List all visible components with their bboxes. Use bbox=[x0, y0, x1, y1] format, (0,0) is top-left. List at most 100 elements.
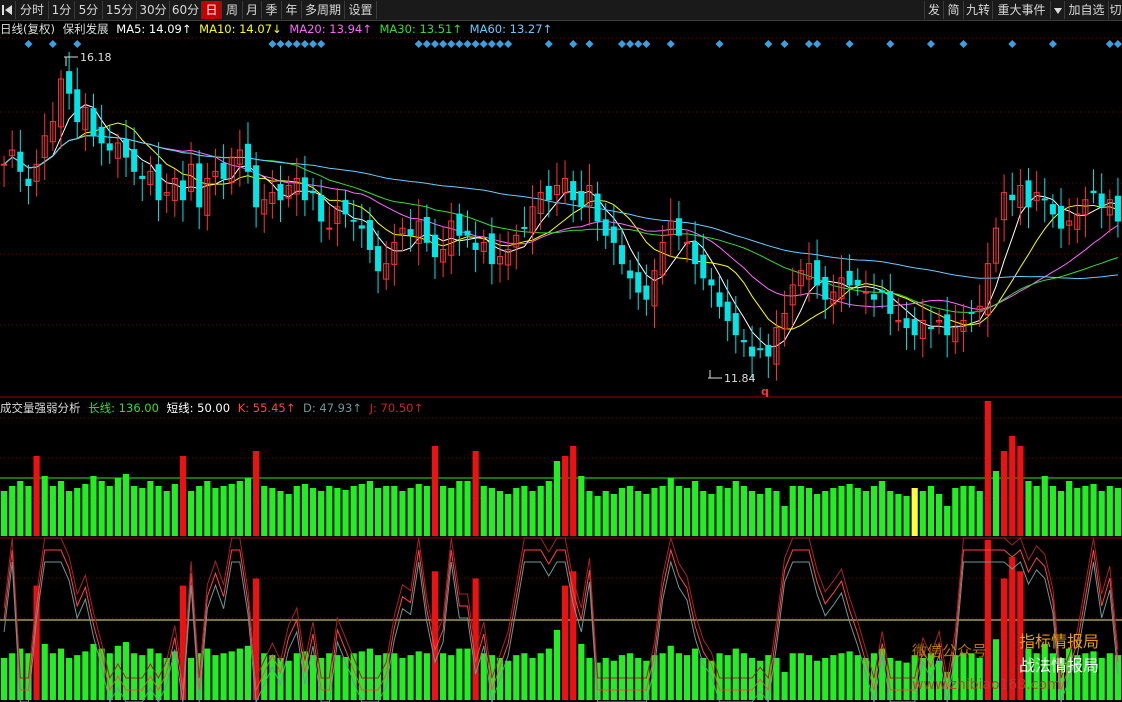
volume-strength-bar bbox=[131, 486, 138, 536]
candle-body bbox=[879, 290, 886, 293]
high-price-label: 16.18 bbox=[80, 51, 112, 64]
switch-button[interactable]: 切 bbox=[1109, 1, 1122, 19]
lower-strength-bar bbox=[464, 648, 471, 700]
lower-strength-bar bbox=[407, 655, 414, 700]
candle-body bbox=[74, 89, 81, 123]
volume-strength-bar bbox=[805, 488, 813, 536]
volume-strength-bar bbox=[423, 486, 430, 536]
volume-strength-bar bbox=[732, 481, 739, 536]
volume-strength-bar bbox=[561, 456, 569, 536]
candle-body bbox=[139, 175, 146, 179]
major-events-button[interactable]: 重大事件 bbox=[993, 1, 1051, 19]
signal-diamond bbox=[642, 40, 651, 48]
signal-diamond bbox=[300, 40, 309, 48]
tab-period-60min[interactable]: 60分 bbox=[170, 1, 202, 19]
volume-strength-bar bbox=[952, 488, 959, 536]
volume-strength-bar bbox=[529, 491, 536, 536]
jian-button[interactable]: 简 bbox=[944, 1, 964, 19]
lower-strength-bar bbox=[708, 660, 715, 700]
volume-strength-bar bbox=[212, 488, 219, 536]
lower-strength-bar bbox=[635, 657, 642, 700]
candlesticks bbox=[1, 51, 1121, 381]
volume-strength-bar bbox=[277, 491, 284, 536]
tab-period-season[interactable]: 季 bbox=[262, 1, 282, 19]
volume-strength-bar bbox=[82, 484, 89, 536]
tab-period-1min[interactable]: 1分 bbox=[49, 1, 75, 19]
lower-strength-bar bbox=[423, 653, 430, 700]
volume-strength-bar bbox=[1106, 486, 1113, 536]
lower-strength-bar bbox=[57, 648, 65, 700]
signal-diamond bbox=[455, 40, 464, 48]
back-button[interactable] bbox=[0, 1, 16, 19]
volume-strength-bar bbox=[415, 484, 422, 536]
chart-canvas[interactable]: 16.18 11.84 q bbox=[0, 20, 1122, 702]
candle-body bbox=[488, 233, 495, 265]
volume-strength-bar bbox=[830, 488, 837, 536]
watermark-url: www.zhibiao168.com bbox=[912, 677, 1061, 693]
volume-strength-bar bbox=[976, 491, 983, 536]
tab-period-30min[interactable]: 30分 bbox=[137, 1, 170, 19]
caret-down-icon bbox=[1053, 7, 1062, 14]
signal-diamond bbox=[1008, 40, 1017, 48]
volume-strength-bar bbox=[838, 486, 845, 536]
tab-period-15min[interactable]: 15分 bbox=[103, 1, 137, 19]
volume-strength-bar bbox=[748, 491, 756, 536]
volume-strength-bar bbox=[155, 486, 162, 536]
signal-diamond bbox=[284, 40, 293, 48]
tab-period-5min[interactable]: 5分 bbox=[75, 1, 103, 19]
lower-strength-bar bbox=[740, 653, 748, 700]
tab-settings[interactable]: 设置 bbox=[345, 1, 377, 19]
candle-body bbox=[423, 216, 430, 243]
jiuzhuan-button[interactable]: 九转 bbox=[964, 1, 993, 19]
candle-body bbox=[456, 213, 463, 236]
volume-strength-bar bbox=[163, 491, 170, 536]
volume-strength-bar bbox=[9, 486, 16, 536]
volume-strength-bar bbox=[366, 481, 374, 536]
tab-period-month[interactable]: 月 bbox=[243, 1, 262, 19]
events-dropdown-button[interactable] bbox=[1051, 1, 1065, 19]
lower-strength-bar bbox=[805, 655, 813, 700]
volume-strength-bar bbox=[1098, 491, 1105, 536]
volume-strength-bar bbox=[903, 496, 910, 536]
lower-strength-bar bbox=[846, 651, 853, 700]
candle-body bbox=[757, 348, 764, 351]
add-favorite-button[interactable]: 加自选 bbox=[1065, 1, 1109, 19]
tab-period-year[interactable]: 年 bbox=[282, 1, 302, 19]
tab-period-fenshi[interactable]: 分时 bbox=[16, 1, 49, 19]
lower-strength-bar bbox=[220, 653, 227, 700]
candle-body bbox=[749, 346, 756, 357]
candle-body bbox=[610, 226, 617, 243]
tab-multi-period[interactable]: 多周期 bbox=[302, 1, 345, 19]
signal-diamond bbox=[471, 40, 480, 48]
lower-strength-bar bbox=[1106, 653, 1113, 700]
lower-strength-bar bbox=[610, 660, 617, 700]
lower-strength-bar bbox=[440, 653, 447, 700]
lower-strength-bar bbox=[529, 657, 536, 700]
candle-body bbox=[301, 177, 308, 201]
lower-strength-bar bbox=[415, 651, 422, 700]
lower-strength-bar bbox=[456, 648, 463, 700]
candle-body bbox=[1025, 180, 1032, 208]
candle-body bbox=[1058, 205, 1065, 229]
lower-strength-bar bbox=[1098, 657, 1105, 700]
candle-body bbox=[90, 108, 97, 137]
volume-strength-bar bbox=[187, 491, 195, 536]
candle-body bbox=[244, 143, 251, 172]
volume-strength-bar bbox=[196, 486, 203, 536]
volume-strength-bar bbox=[700, 491, 707, 536]
fa-button[interactable]: 发 bbox=[924, 1, 944, 19]
candle-body bbox=[131, 149, 138, 172]
lower-strength-bar bbox=[9, 653, 16, 700]
candle-body bbox=[1041, 198, 1048, 201]
signal-markers bbox=[24, 40, 1122, 48]
volume-strength-bar bbox=[505, 494, 512, 536]
candle-body bbox=[1090, 190, 1097, 194]
tab-period-week[interactable]: 周 bbox=[222, 1, 243, 19]
ma60-line bbox=[3, 135, 1118, 280]
lower-strength-bar bbox=[122, 642, 130, 700]
tab-period-day[interactable]: 日 bbox=[202, 1, 222, 19]
volume-strength-bar bbox=[1001, 451, 1008, 536]
signal-diamond bbox=[268, 40, 277, 48]
volume-strength-bar bbox=[431, 446, 439, 536]
volume-strength-bar bbox=[740, 486, 748, 536]
